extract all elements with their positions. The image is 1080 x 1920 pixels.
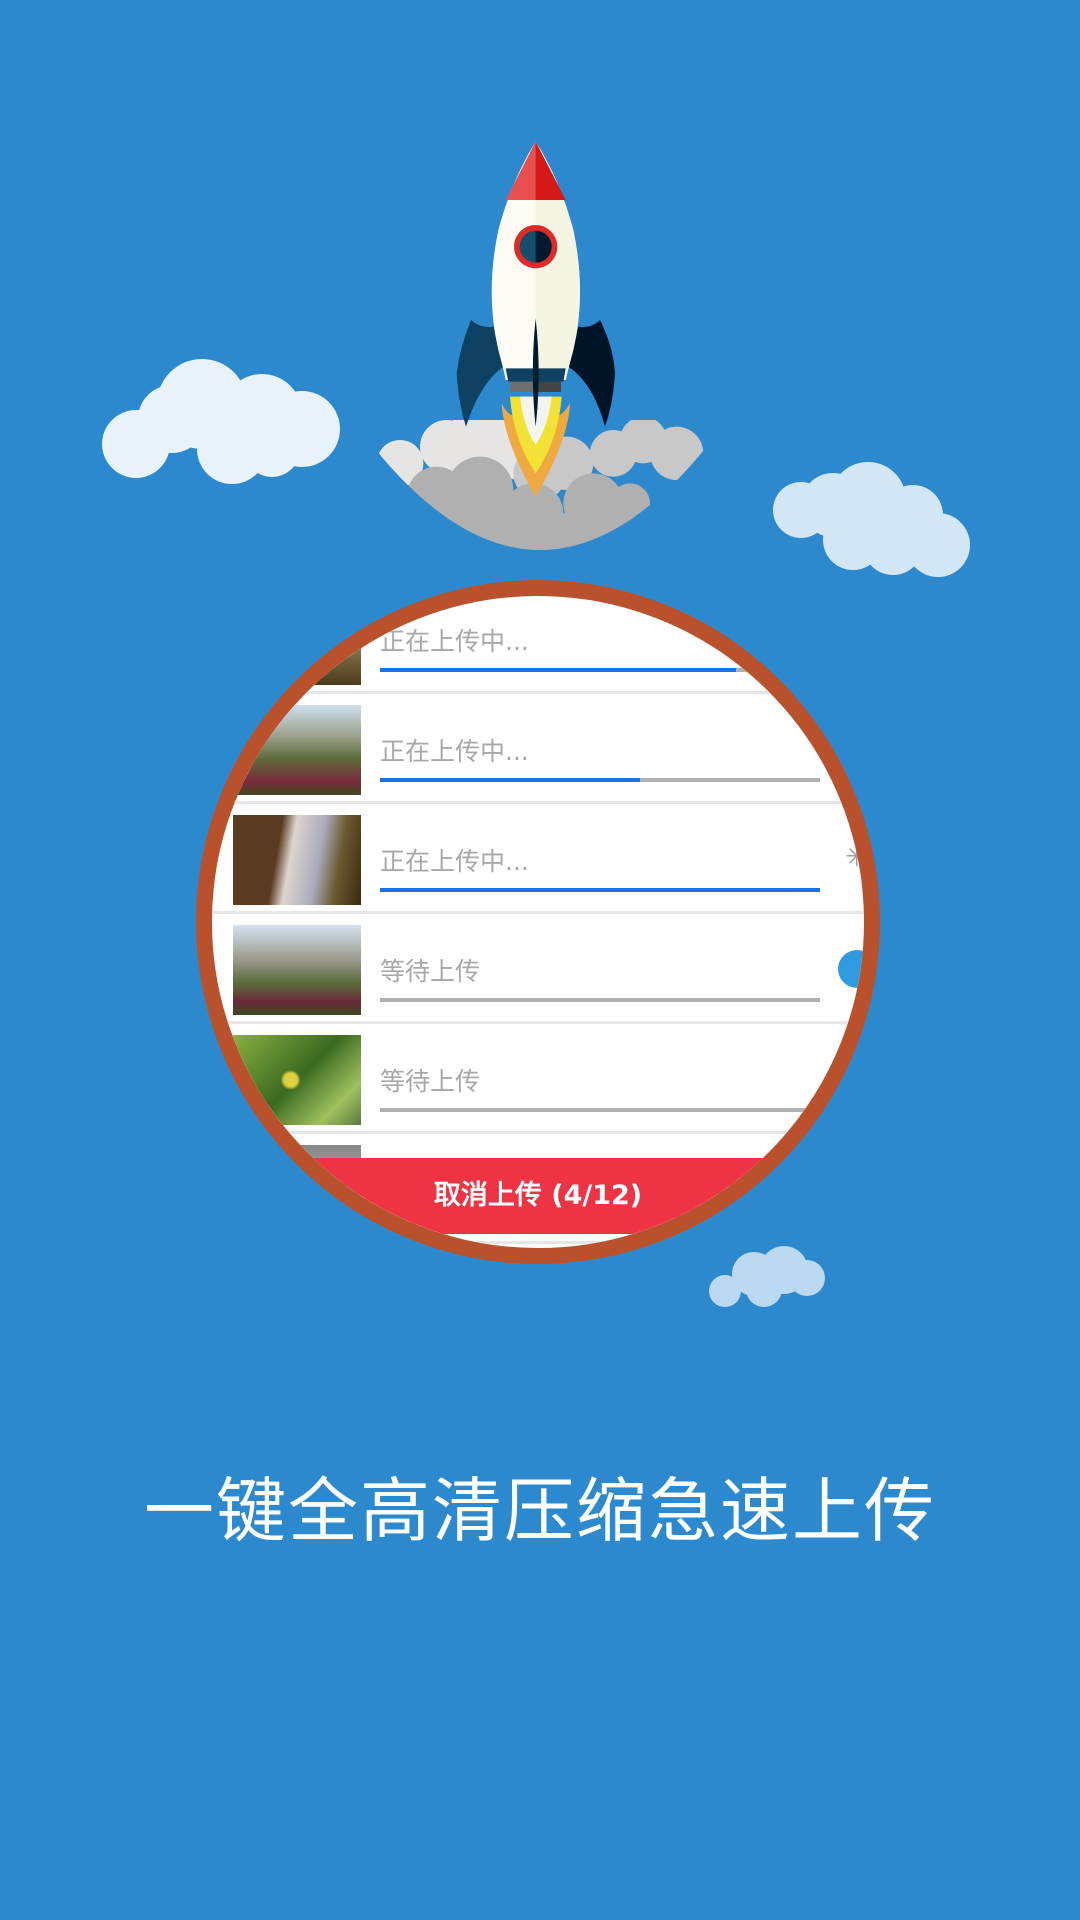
progress-bar xyxy=(380,1108,820,1112)
upload-status: 正在上传中... xyxy=(380,847,529,876)
list-item[interactable]: 正在上传中... ✳ xyxy=(212,804,864,914)
photo-thumbnail xyxy=(233,596,361,685)
loading-spinner-icon: ✳ xyxy=(845,840,869,873)
upload-status: 正在上传中... xyxy=(380,737,529,766)
cloud-icon xyxy=(102,359,340,484)
photo-thumbnail xyxy=(233,925,361,1015)
progress-bar xyxy=(380,668,820,672)
upload-list-screen: 正在上传中... 正在上传中... 正在上传中... ✳ 等待上传 等待上传 取… xyxy=(196,580,880,1264)
progress-bar xyxy=(380,998,820,1002)
list-item[interactable]: 等待上传 xyxy=(212,1024,864,1134)
cancel-upload-button[interactable]: 取消上传 (4/12) xyxy=(212,1158,864,1234)
list-item[interactable]: 等待上传 xyxy=(212,914,864,1024)
progress-bar xyxy=(380,888,820,892)
list-item[interactable]: 正在上传中... xyxy=(212,694,864,804)
rocket-illustration xyxy=(373,141,707,550)
cloud-icon xyxy=(773,462,970,577)
progress-bar xyxy=(380,778,820,782)
status-check-icon xyxy=(838,950,864,988)
upload-status: 正在上传中... xyxy=(380,627,529,656)
photo-thumbnail xyxy=(233,1035,361,1125)
upload-status: 等待上传 xyxy=(380,1067,481,1096)
photo-thumbnail xyxy=(233,815,361,905)
cloud-icon xyxy=(709,1246,825,1307)
tagline: 一键全高清压缩急速上传 xyxy=(144,1470,936,1552)
upload-status: 等待上传 xyxy=(380,957,481,986)
photo-thumbnail xyxy=(233,705,361,795)
list-item[interactable]: 正在上传中... xyxy=(212,596,864,694)
